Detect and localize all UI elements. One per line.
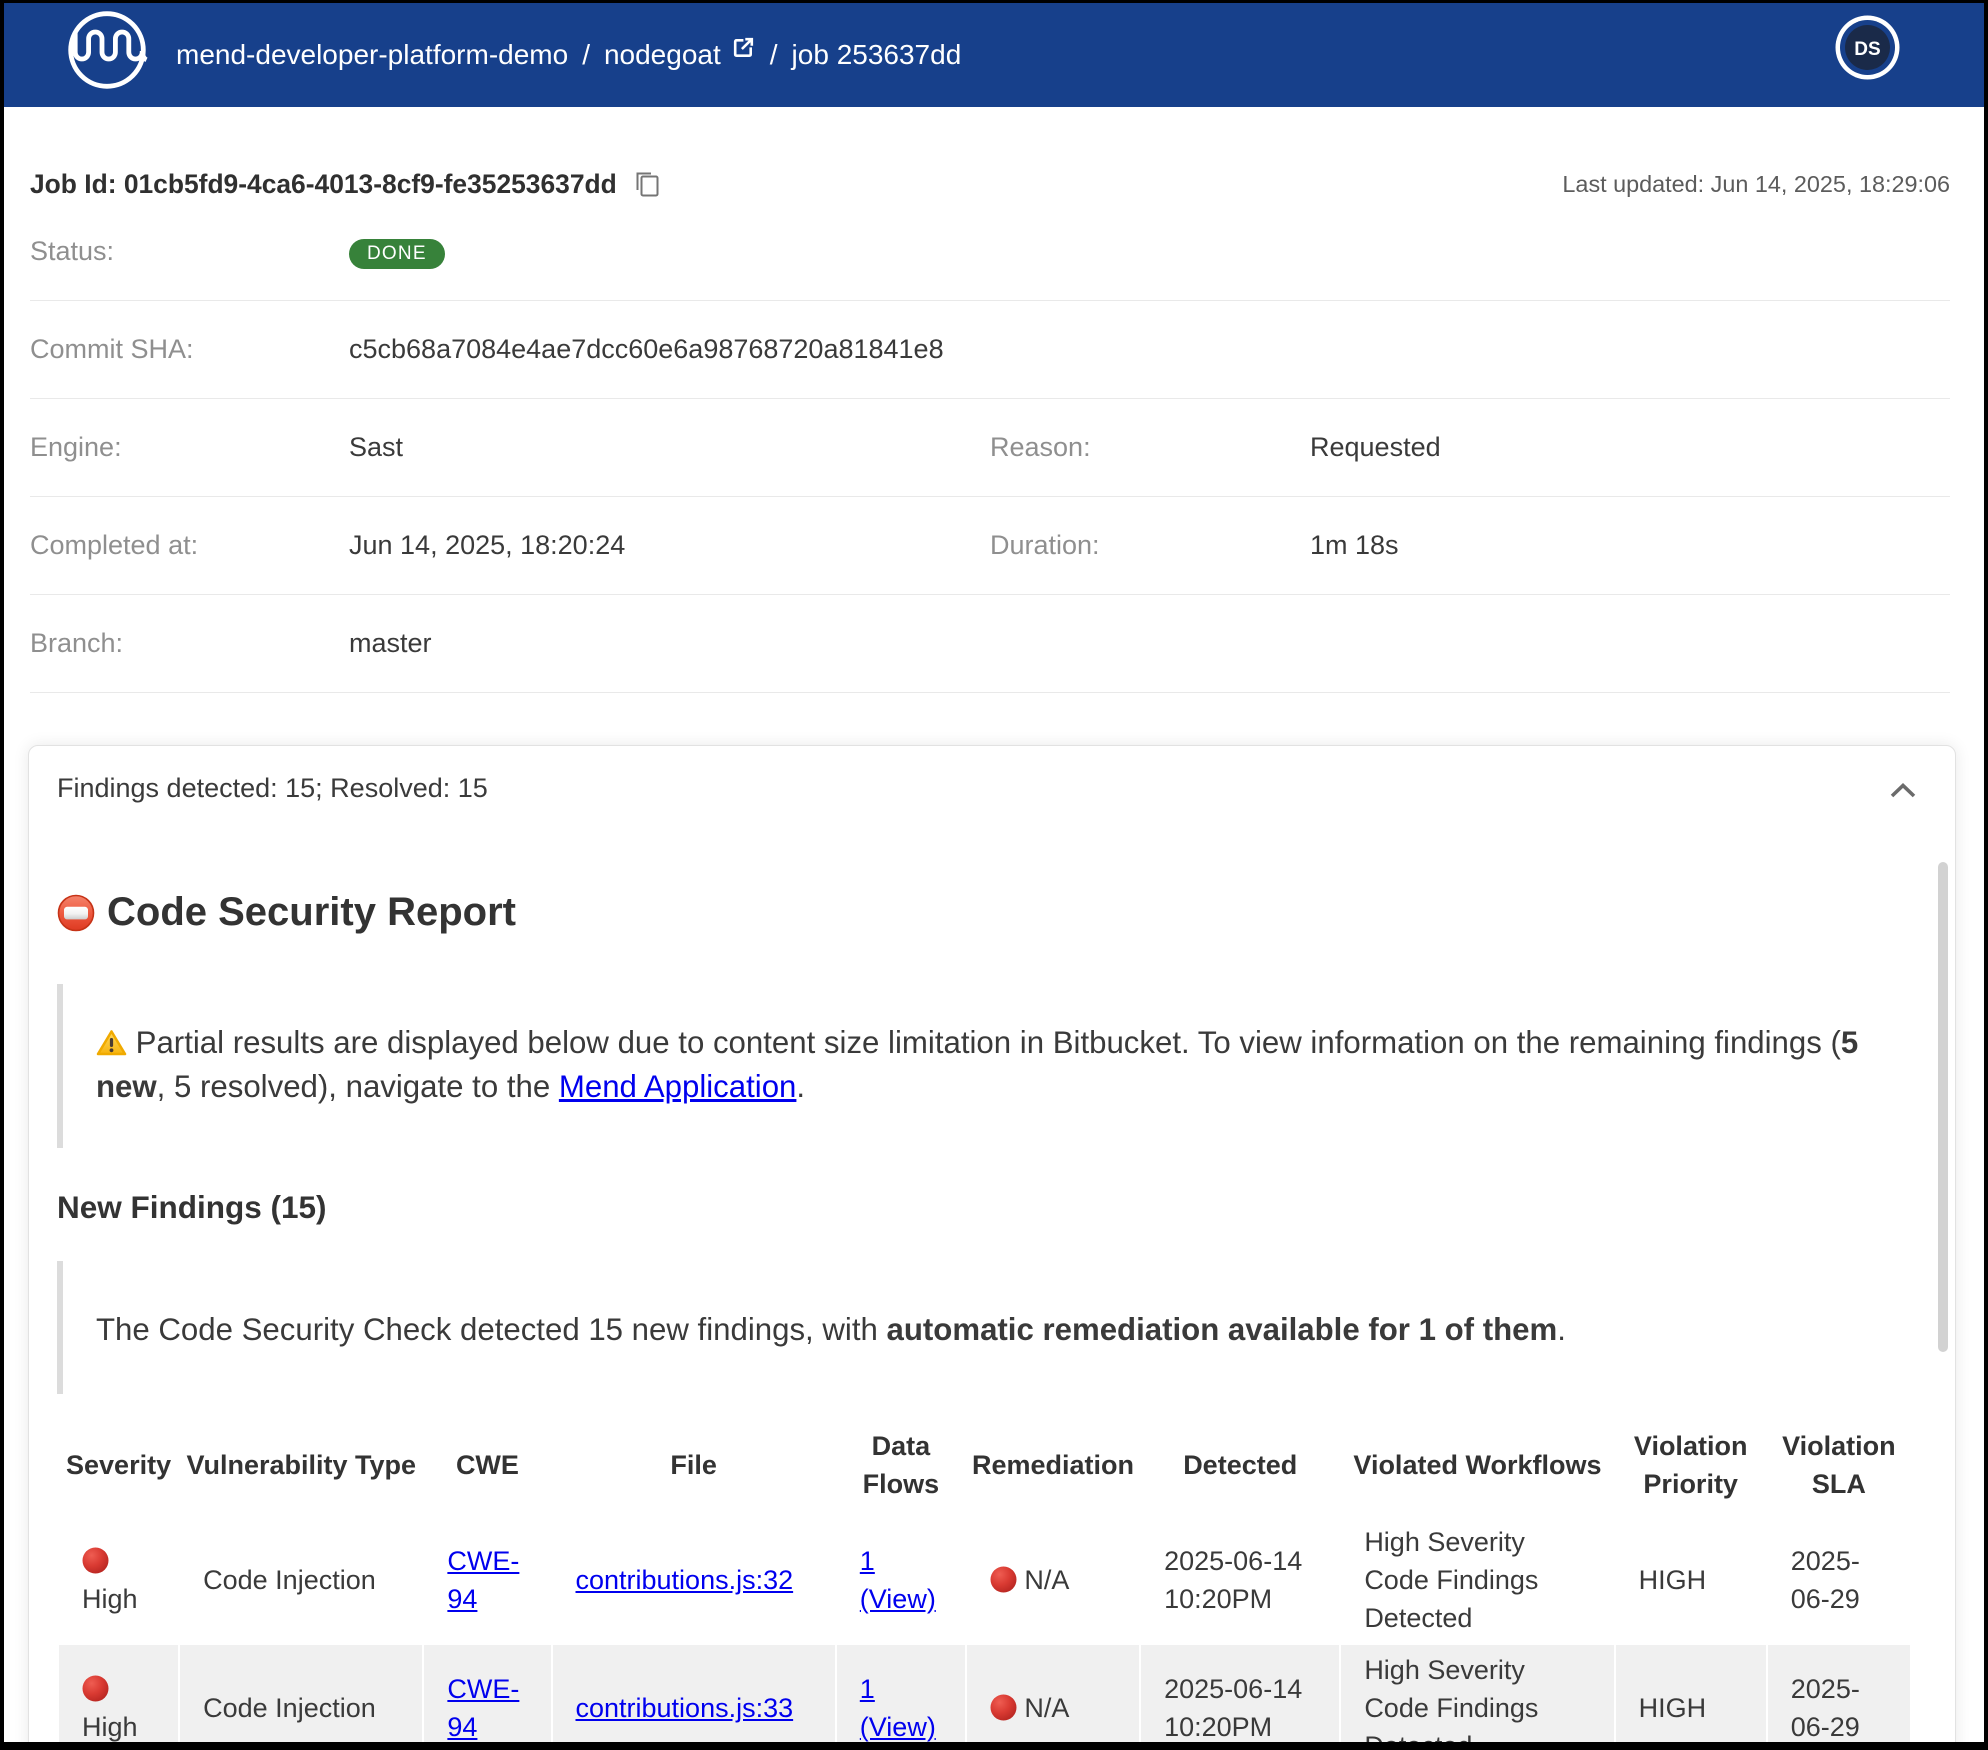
svg-text:DS: DS <box>1854 39 1880 60</box>
